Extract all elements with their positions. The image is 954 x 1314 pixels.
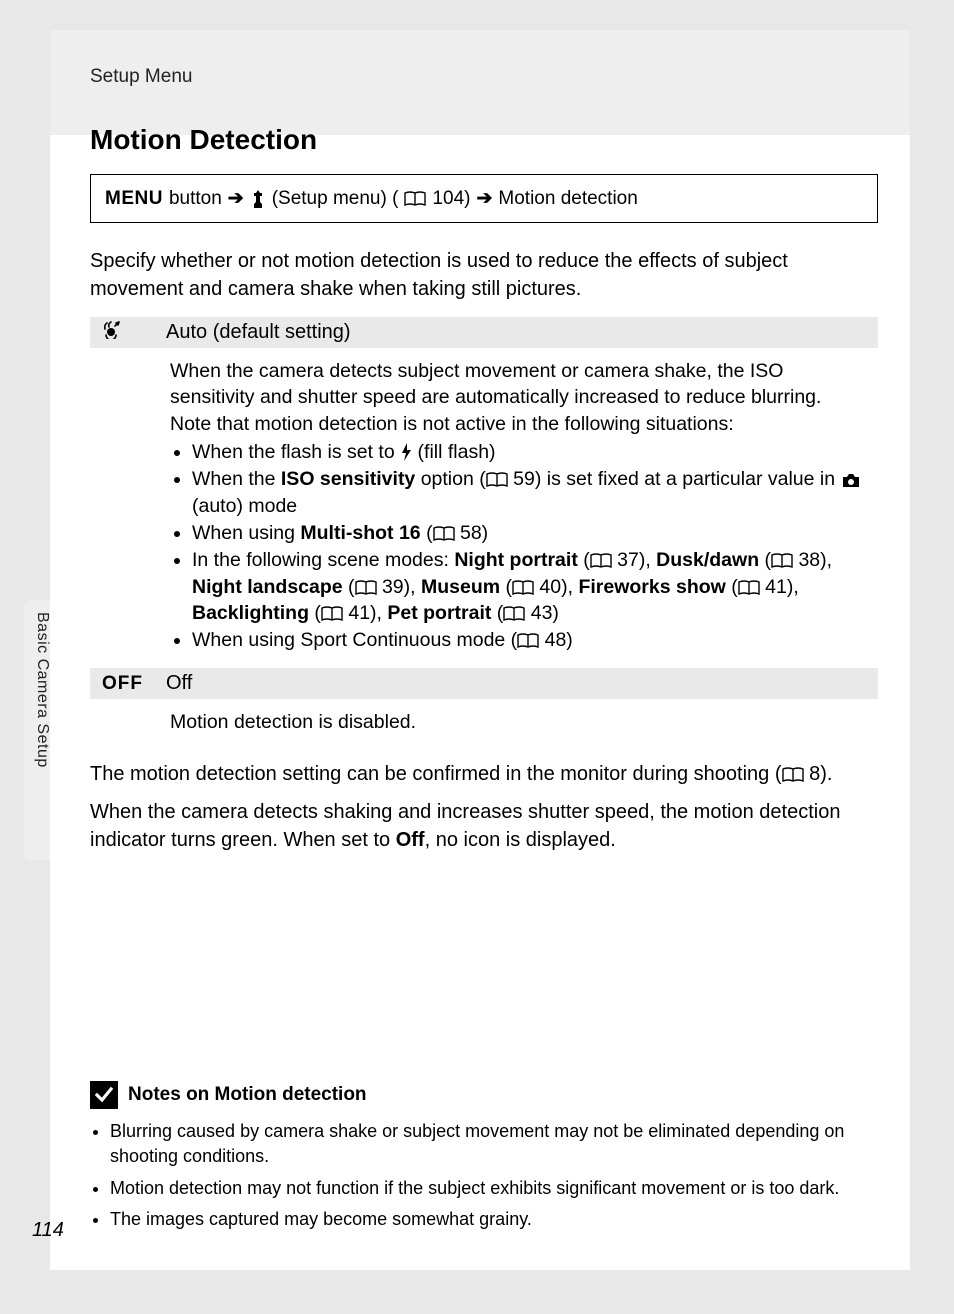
paragraph: When the camera detects shaking and incr…	[90, 798, 878, 854]
nav-pageref: 104)	[432, 188, 470, 210]
notes-header: Notes on Motion detection	[90, 1081, 878, 1109]
notes-title: Notes on Motion detection	[128, 1084, 367, 1106]
list-item: When using Multi-shot 16 ( 58)	[192, 520, 872, 546]
book-icon	[321, 606, 343, 622]
intro-paragraph: Specify whether or not motion detection …	[90, 247, 878, 303]
list-item: The images captured may become somewhat …	[110, 1207, 878, 1232]
list-item: When the flash is set to (fill flash)	[192, 439, 872, 465]
side-label: Basic Camera Setup	[33, 612, 51, 768]
arrow-right-icon: ➔	[476, 187, 492, 210]
option-row-off: OFF Off	[90, 668, 878, 699]
paragraph: The motion detection setting can be conf…	[90, 760, 878, 788]
book-icon	[782, 767, 804, 783]
check-icon	[90, 1081, 118, 1109]
nav-text-setup: (Setup menu) (	[272, 188, 399, 210]
book-icon	[738, 580, 760, 596]
list-item: When using Sport Continuous mode ( 48)	[192, 627, 872, 653]
option-label-off: Off	[166, 672, 192, 695]
list-item: Blurring caused by camera shake or subje…	[110, 1119, 878, 1169]
book-icon	[512, 580, 534, 596]
menu-path-box: MENU button ➔ (Setup menu) ( 104) ➔ Moti…	[90, 174, 878, 223]
breadcrumb: Setup Menu	[90, 60, 878, 88]
auto-exceptions-list: When the flash is set to (fill flash) Wh…	[170, 439, 872, 654]
list-item: Motion detection may not function if the…	[110, 1176, 878, 1201]
option-label-auto: Auto (default setting)	[166, 321, 351, 344]
option-body-auto: When the camera detects subject movement…	[90, 352, 878, 668]
nav-text-button: button	[169, 188, 222, 210]
wrench-icon	[250, 190, 266, 208]
book-icon	[503, 606, 525, 622]
arrow-right-icon: ➔	[228, 187, 244, 210]
motion-detect-icon	[96, 321, 166, 344]
list-item: When the ISO sensitivity option ( 59) is…	[192, 466, 872, 519]
list-item: In the following scene modes: Night port…	[192, 547, 872, 626]
option-row-auto: Auto (default setting)	[90, 317, 878, 348]
auto-p2: Note that motion detection is not active…	[170, 413, 734, 435]
auto-p1: When the camera detects subject movement…	[170, 360, 821, 408]
notes-block: Notes on Motion detection Blurring cause…	[90, 1081, 878, 1238]
book-icon	[404, 191, 426, 207]
book-icon	[355, 580, 377, 596]
camera-icon	[841, 473, 861, 488]
book-icon	[771, 553, 793, 569]
page-title: Motion Detection	[90, 124, 878, 156]
book-icon	[433, 526, 455, 542]
flash-icon	[400, 443, 412, 461]
book-icon	[486, 472, 508, 488]
option-body-off: Motion detection is disabled.	[90, 703, 878, 749]
book-icon	[517, 633, 539, 649]
menu-label: MENU	[105, 188, 163, 210]
book-icon	[590, 553, 612, 569]
nav-dest: Motion detection	[498, 188, 637, 210]
page-number: 114	[32, 1219, 64, 1242]
page: Setup Menu Motion Detection MENU button …	[50, 30, 910, 1270]
off-symbol: OFF	[96, 673, 166, 695]
notes-list: Blurring caused by camera shake or subje…	[90, 1119, 878, 1232]
